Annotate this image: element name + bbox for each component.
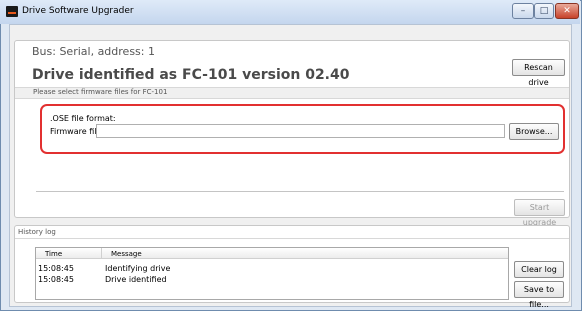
log-row-time[interactable]: 15:08:45 [38,275,74,284]
history-log-title: History log [18,228,56,236]
history-divider [15,238,569,239]
bus-info: Bus: Serial, address: 1 [32,45,155,58]
firmware-section-label: Please select firmware files for FC-101 [33,88,168,96]
ose-format-label: .OSE file format: [50,114,116,123]
minimize-button[interactable]: – [512,3,534,19]
close-button[interactable]: ✕ [555,3,579,19]
start-upgrade-button[interactable]: Start upgrade [514,199,565,227]
column-header-message[interactable]: Message [111,250,142,258]
app-icon [6,6,18,17]
log-table-header [36,248,508,259]
log-row-message[interactable]: Identifying drive [105,264,170,273]
log-row-message[interactable]: Drive identified [105,275,167,284]
log-row-time[interactable]: 15:08:45 [38,264,74,273]
maximize-button[interactable]: □ [534,3,554,19]
browse-button[interactable]: Browse... [509,123,559,140]
clear-log-button[interactable]: Clear log [514,261,564,278]
rescan-drive-button[interactable]: Rescan drive [512,59,565,87]
section-divider [36,191,564,192]
drive-identified-heading: Drive identified as FC-101 version 02.40 [32,67,350,83]
window-title: Drive Software Upgrader [22,6,134,16]
column-separator[interactable] [101,248,102,259]
save-to-file-button[interactable]: Save to file... [514,281,564,309]
column-header-time[interactable]: Time [45,250,62,258]
firmware-file-input[interactable] [96,124,505,138]
